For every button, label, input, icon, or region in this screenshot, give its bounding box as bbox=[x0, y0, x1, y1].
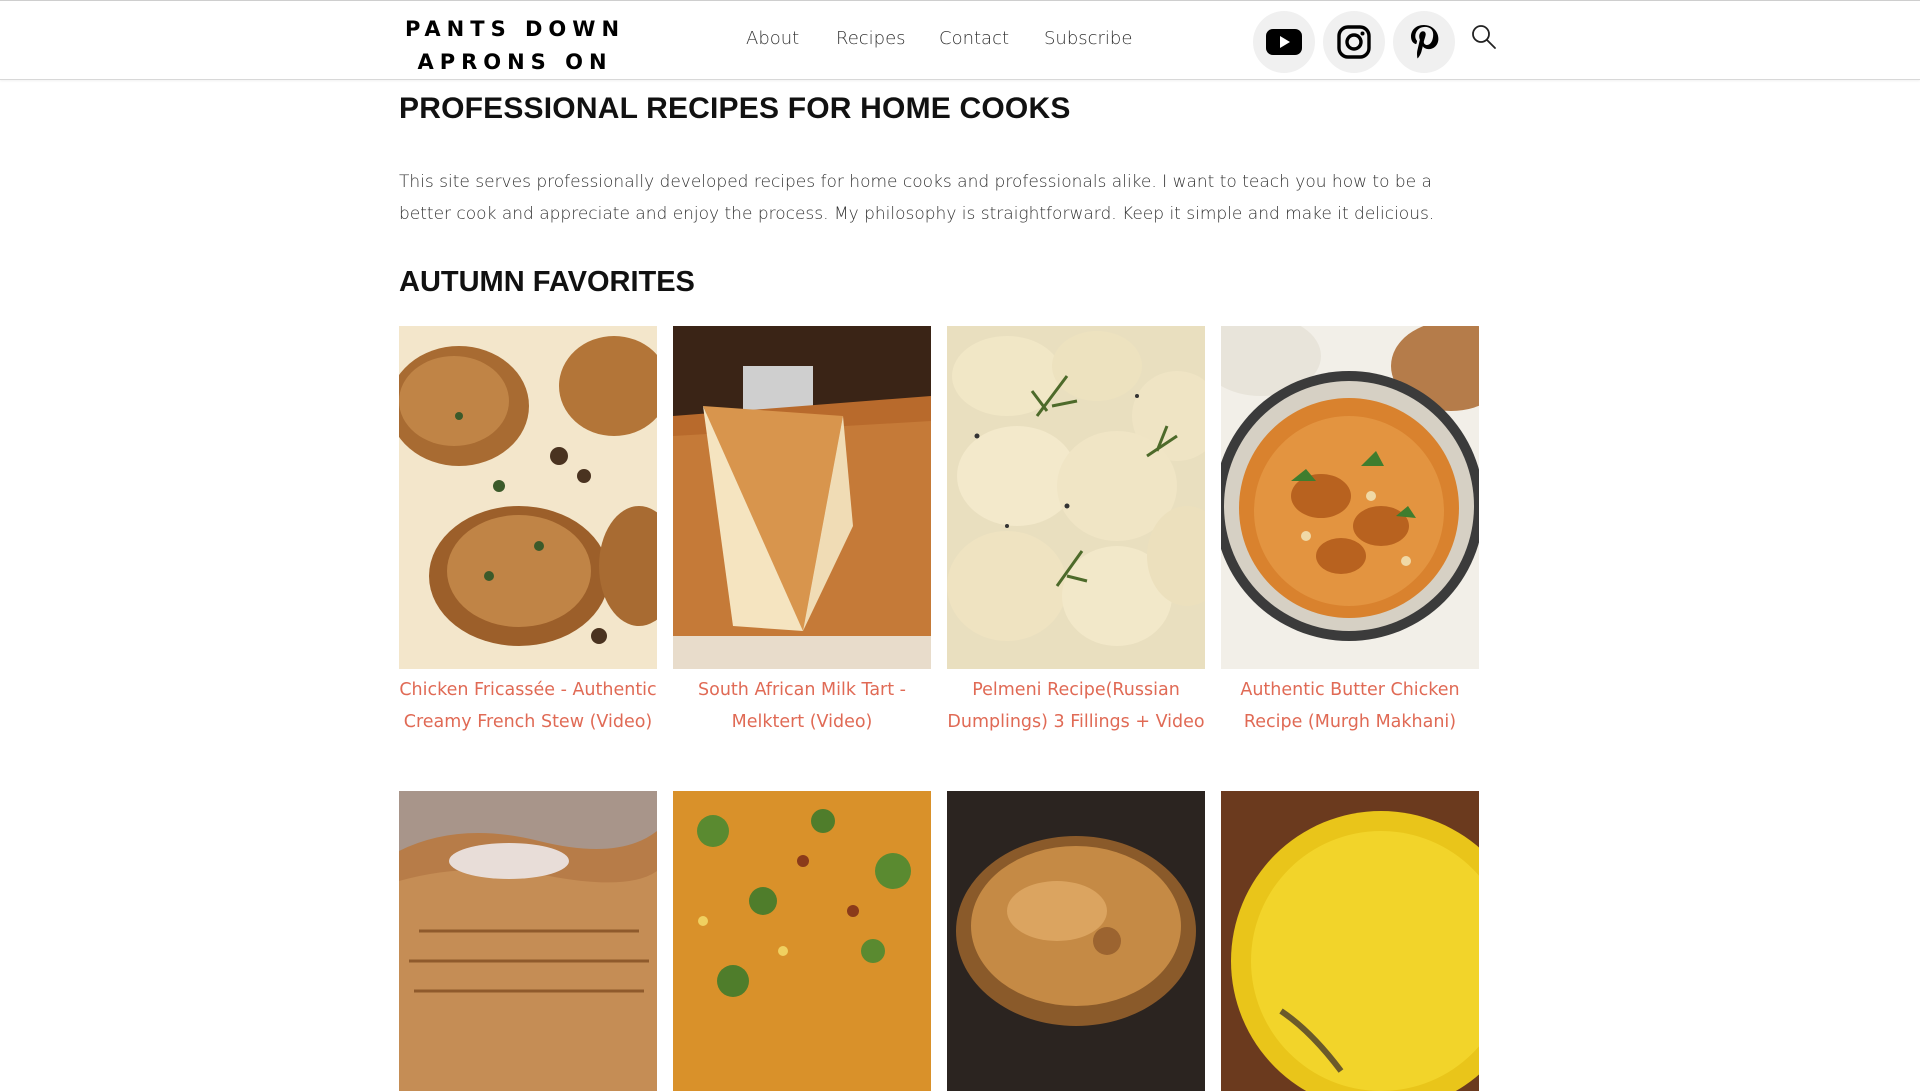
search-icon[interactable] bbox=[1470, 23, 1498, 51]
recipe-card: Authentic Butter Chicken Recipe (Murgh M… bbox=[1221, 326, 1479, 738]
recipe-card bbox=[947, 791, 1205, 1091]
intro-text: This site serves professionally develope… bbox=[399, 172, 1435, 224]
recipe-card bbox=[1221, 791, 1479, 1091]
recipe-image-butter-chicken[interactable] bbox=[1221, 326, 1479, 669]
page-title: PROFESSIONAL RECIPES FOR HOME COOKS bbox=[399, 92, 1071, 125]
recipe-image-baked-dish[interactable] bbox=[947, 791, 1205, 1091]
recipe-image-pastry[interactable] bbox=[399, 791, 657, 1091]
site-logo[interactable]: PANTS DOWN APRONS ON bbox=[400, 13, 630, 79]
site-header: PANTS DOWN APRONS ON About Recipes Conta… bbox=[0, 1, 1920, 80]
instagram-icon[interactable] bbox=[1323, 11, 1385, 73]
recipe-image-yellow-rice[interactable] bbox=[1221, 791, 1479, 1091]
nav-item-about[interactable]: About bbox=[746, 28, 799, 49]
recipe-card: Chicken Fricassée - Authentic Creamy Fre… bbox=[399, 326, 657, 738]
nav-item-subscribe[interactable]: Subscribe bbox=[1044, 28, 1132, 49]
section-title: AUTUMN FAVORITES bbox=[399, 266, 695, 298]
recipe-card: South African Milk Tart - Melktert (Vide… bbox=[673, 326, 931, 738]
pinterest-icon[interactable] bbox=[1393, 11, 1455, 73]
nav-item-recipes[interactable]: Recipes bbox=[836, 28, 906, 49]
recipe-title-link[interactable]: South African Milk Tart - Melktert (Vide… bbox=[673, 674, 931, 738]
recipe-image-milk-tart[interactable] bbox=[673, 326, 931, 669]
logo-line-2: APRONS ON bbox=[417, 50, 613, 74]
logo-line-1: PANTS DOWN bbox=[404, 17, 626, 41]
recipe-image-pelmeni[interactable] bbox=[947, 326, 1205, 669]
recipe-title-link[interactable]: Authentic Butter Chicken Recipe (Murgh M… bbox=[1221, 674, 1479, 738]
nav-item-contact[interactable]: Contact bbox=[939, 28, 1009, 49]
recipe-image-chicken-fricassee[interactable] bbox=[399, 326, 657, 669]
recipe-title-link[interactable]: Pelmeni Recipe(Russian Dumplings) 3 Fill… bbox=[947, 674, 1205, 738]
youtube-icon[interactable] bbox=[1253, 11, 1315, 73]
recipe-card bbox=[673, 791, 931, 1091]
recipe-image-rice-dish[interactable] bbox=[673, 791, 931, 1091]
recipe-card bbox=[399, 791, 657, 1091]
recipe-card: Pelmeni Recipe(Russian Dumplings) 3 Fill… bbox=[947, 326, 1205, 738]
recipe-title-link[interactable]: Chicken Fricassée - Authentic Creamy Fre… bbox=[399, 674, 657, 738]
